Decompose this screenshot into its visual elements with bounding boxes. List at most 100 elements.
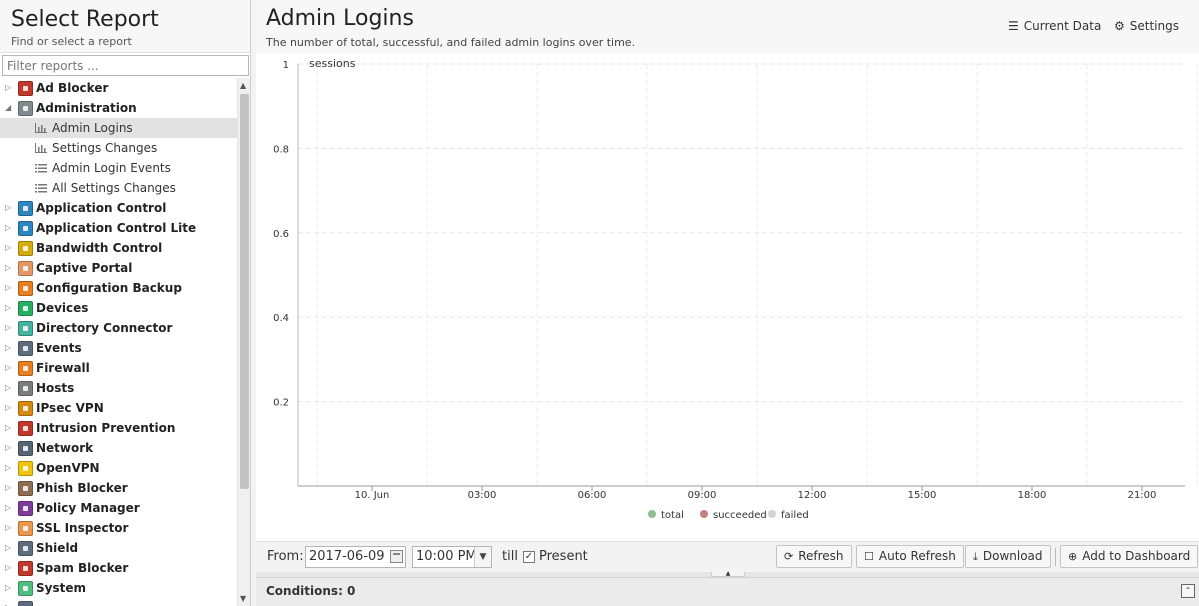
tree-node[interactable]: ▷ Intrusion Prevention	[0, 418, 237, 438]
collapsed-arrow-icon[interactable]: ▷	[5, 478, 11, 498]
collapse-toggle-icon[interactable]: ⌃	[1181, 584, 1195, 598]
y-tick-labels: 1 0.8 0.6 0.4 0.2	[273, 60, 289, 409]
collapsed-arrow-icon[interactable]: ▷	[5, 238, 11, 258]
tree-node[interactable]: ▷ Configuration Backup	[0, 278, 237, 298]
tree-node[interactable]: ▷ System	[0, 578, 237, 598]
chart-grid	[298, 63, 1198, 486]
collapsed-arrow-icon[interactable]: ▷	[5, 298, 11, 318]
collapsed-arrow-icon[interactable]: ▷	[5, 578, 11, 598]
collapsed-arrow-icon[interactable]: ▷	[5, 338, 11, 358]
start-date-field[interactable]: 2017-06-09	[305, 546, 406, 568]
tree-node[interactable]: ▷ Application Control Lite	[0, 218, 237, 238]
collapsed-arrow-icon[interactable]: ▷	[5, 438, 11, 458]
collapsed-arrow-icon[interactable]: ▷	[5, 358, 11, 378]
app-icon	[18, 461, 33, 476]
collapsed-arrow-icon[interactable]: ▷	[5, 418, 11, 438]
refresh-button[interactable]: ⟳ Refresh	[776, 545, 852, 568]
start-time-field[interactable]: 10:00 PM ▼	[412, 546, 492, 568]
tree-node-label: Administration	[36, 101, 137, 115]
report-item[interactable]: All Settings Changes	[0, 178, 237, 198]
report-item-label: Admin Login Events	[52, 161, 171, 175]
chevron-down-icon[interactable]: ▼	[474, 547, 491, 567]
tree-node[interactable]: ▷ Network	[0, 438, 237, 458]
collapsed-arrow-icon[interactable]: ▷	[5, 518, 11, 538]
tree-node[interactable]: ◢ Administration	[0, 98, 237, 118]
legend-item[interactable]: succeeded	[700, 510, 767, 521]
tree-node[interactable]: ▷ Application Control	[0, 198, 237, 218]
tree-node[interactable]: ▷ Shield	[0, 538, 237, 558]
report-selector-header: Select Report Find or select a report	[0, 0, 250, 53]
report-selector-panel: Select Report Find or select a report ▷ A…	[0, 0, 251, 606]
report-panel: Admin Logins The number of total, succes…	[256, 0, 1199, 606]
tree-node-label: Ad Blocker	[36, 81, 109, 95]
collapsed-arrow-icon[interactable]: ▷	[5, 218, 11, 238]
tree-scrollbar[interactable]: ▲ ▼	[237, 78, 250, 606]
collapsed-arrow-icon[interactable]: ▷	[5, 598, 11, 606]
collapsed-arrow-icon[interactable]: ▷	[5, 398, 11, 418]
expanded-arrow-icon[interactable]: ◢	[5, 98, 11, 118]
tree-node[interactable]: ▷ Events	[0, 338, 237, 358]
present-label[interactable]: Present	[539, 549, 588, 564]
settings-button[interactable]: ⚙ Settings	[1114, 19, 1179, 33]
legend-item[interactable]: failed	[768, 510, 809, 521]
collapsed-arrow-icon[interactable]: ▷	[5, 78, 11, 98]
tree-node[interactable]: ▷ OpenVPN	[0, 458, 237, 478]
app-icon	[18, 341, 33, 356]
collapsed-arrow-icon[interactable]: ▷	[5, 258, 11, 278]
chart-legend[interactable]: total succeeded failed	[648, 510, 809, 521]
collapsed-arrow-icon[interactable]: ▷	[5, 458, 11, 478]
tree-node-label: IPsec VPN	[36, 401, 104, 415]
auto-refresh-button[interactable]: ☐ Auto Refresh	[856, 545, 964, 568]
add-to-dashboard-button[interactable]: ⊕ Add to Dashboard	[1060, 545, 1199, 568]
collapsed-arrow-icon[interactable]: ▷	[5, 498, 11, 518]
collapsed-arrow-icon[interactable]: ▷	[5, 538, 11, 558]
tree-node[interactable]: ▷ Firewall	[0, 358, 237, 378]
legend-marker	[700, 510, 708, 518]
report-item[interactable]: Settings Changes	[0, 138, 237, 158]
tree-node[interactable]: ▷ Captive Portal	[0, 258, 237, 278]
download-button[interactable]: ⤓ Download	[965, 545, 1051, 568]
conditions-label: Conditions: 0	[266, 584, 356, 598]
reports-app: Select Report Find or select a report ▷ A…	[0, 0, 1199, 606]
tree-node[interactable]: ▷ SSL Inspector	[0, 518, 237, 538]
app-icon	[18, 441, 33, 456]
report-item[interactable]: Admin Login Events	[0, 158, 237, 178]
report-tree: ▷ Ad Blocker ◢ Administration Admin Logins Se…	[0, 78, 237, 606]
tree-node[interactable]: ▷ Directory Connector	[0, 318, 237, 338]
checkbox-icon: ☐	[864, 550, 874, 563]
filter-reports-input[interactable]	[2, 55, 249, 76]
tree-node-label: Application Control Lite	[36, 221, 197, 235]
scrollbar-thumb[interactable]	[240, 94, 249, 489]
y-tick-label: 0.4	[273, 313, 289, 324]
collapsed-arrow-icon[interactable]: ▷	[5, 378, 11, 398]
legend-item[interactable]: total	[648, 510, 684, 521]
tree-node[interactable]: ▷ Devices	[0, 298, 237, 318]
collapsed-arrow-icon[interactable]: ▷	[5, 318, 11, 338]
tree-node[interactable]: ▷ IPsec VPN	[0, 398, 237, 418]
x-tick-label: 10. Jun	[355, 490, 390, 501]
app-icon	[18, 561, 33, 576]
collapsed-arrow-icon[interactable]: ▷	[5, 278, 11, 298]
settings-label: Settings	[1129, 19, 1179, 33]
scroll-down-icon[interactable]: ▼	[240, 594, 246, 603]
tree-node[interactable]: ▷	[0, 598, 237, 606]
tree-node[interactable]: ▷ Spam Blocker	[0, 558, 237, 578]
toolbar-divider	[1055, 548, 1056, 566]
app-icon	[18, 501, 33, 516]
tree-node[interactable]: ▷ Bandwidth Control	[0, 238, 237, 258]
scroll-up-icon[interactable]: ▲	[240, 81, 246, 90]
collapsed-arrow-icon[interactable]: ▷	[5, 198, 11, 218]
list-icon	[35, 184, 47, 193]
report-item[interactable]: Admin Logins	[0, 118, 237, 138]
present-checkbox[interactable]: ✓	[523, 551, 535, 563]
app-icon	[18, 601, 33, 606]
conditions-panel: Conditions: 0 ⌃	[256, 577, 1199, 606]
collapsed-arrow-icon[interactable]: ▷	[5, 558, 11, 578]
tree-node[interactable]: ▷ Policy Manager	[0, 498, 237, 518]
tree-node[interactable]: ▷ Phish Blocker	[0, 478, 237, 498]
calendar-icon[interactable]	[390, 550, 403, 563]
current-data-button[interactable]: ☰ Current Data	[1008, 19, 1101, 33]
app-icon	[18, 101, 33, 116]
tree-node[interactable]: ▷ Ad Blocker	[0, 78, 237, 98]
tree-node[interactable]: ▷ Hosts	[0, 378, 237, 398]
